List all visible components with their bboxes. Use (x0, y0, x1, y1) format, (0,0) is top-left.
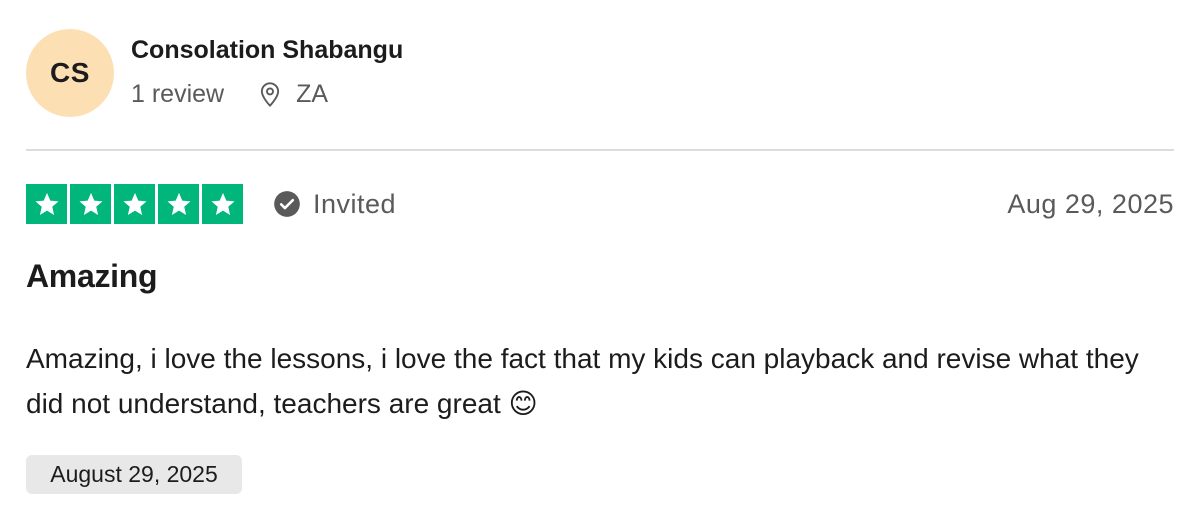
review-title[interactable]: Amazing (26, 258, 158, 295)
reviewer-header: CS Consolation Shabangu 1 review ZA (26, 28, 1176, 118)
location-pin-icon (256, 80, 284, 108)
country-code: ZA (296, 79, 329, 108)
invited-label: Invited (313, 188, 397, 219)
avatar[interactable]: CS (26, 29, 114, 117)
divider (26, 149, 1174, 151)
rating-row: Invited Aug 29, 2025 (26, 184, 1174, 224)
star-icon (202, 184, 243, 224)
review-date: Aug 29, 2025 (1007, 189, 1174, 219)
review-count: 1 review (131, 79, 225, 108)
star-icon (70, 184, 111, 224)
check-circle-icon (273, 190, 301, 218)
review-body: Amazing, i love the lessons, i love the … (26, 343, 1139, 419)
star-rating (26, 184, 243, 224)
experience-date-badge: August 29, 2025 (26, 455, 242, 494)
reviewer-meta: 1 review ZA (131, 78, 328, 110)
star-icon (158, 184, 199, 224)
reviewer-location: ZA (256, 80, 328, 109)
consumer-name[interactable]: Consolation Shabangu (131, 36, 403, 65)
star-icon (26, 184, 67, 224)
invited-badge[interactable]: Invited (273, 186, 396, 222)
star-icon (114, 184, 155, 224)
